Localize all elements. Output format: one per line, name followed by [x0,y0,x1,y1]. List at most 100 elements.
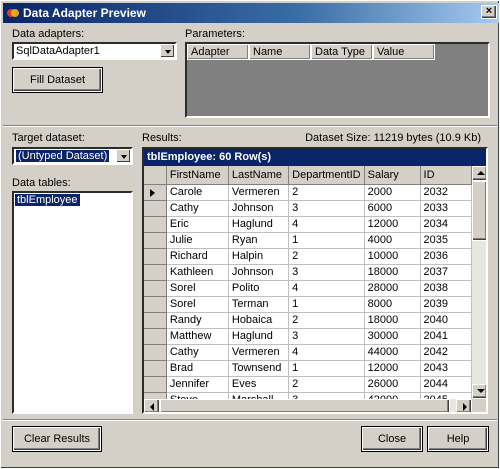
param-col-adapter[interactable]: Adapter [187,44,249,60]
cell-lastname[interactable]: Eves [228,376,290,393]
cell-salary[interactable]: 12000 [364,360,421,377]
row-header[interactable] [144,392,167,399]
fill-dataset-button[interactable]: Fill Dataset [12,67,103,93]
table-row[interactable]: Richard Halpin 2 10000 2036 [144,248,472,265]
cell-firstname[interactable]: Brad [166,360,229,377]
cell-id[interactable]: 2036 [420,248,472,265]
cell-id[interactable]: 2034 [420,216,472,233]
row-header[interactable] [144,232,167,249]
cell-lastname[interactable]: Townsend [228,360,290,377]
cell-salary[interactable]: 42000 [364,392,421,399]
column-header-id[interactable]: ID [420,166,472,185]
row-header[interactable] [144,248,167,265]
cell-firstname[interactable]: Kathleen [166,264,229,281]
cell-lastname[interactable]: Haglund [228,216,290,233]
table-row[interactable]: Randy Hobaica 2 18000 2040 [144,312,472,329]
cell-departmentid[interactable]: 4 [288,280,365,297]
cell-departmentid[interactable]: 3 [288,264,365,281]
param-col-data-type[interactable]: Data Type [311,44,373,60]
cell-salary[interactable]: 28000 [364,280,421,297]
cell-departmentid[interactable]: 3 [288,200,365,217]
cell-lastname[interactable]: Terman [228,296,290,313]
cell-salary[interactable]: 12000 [364,216,421,233]
cell-firstname[interactable]: Matthew [166,328,229,345]
cell-departmentid[interactable]: 3 [288,392,365,399]
results-grid[interactable]: tblEmployee: 60 Row(s) FirstName LastNam… [142,147,488,414]
parameters-grid[interactable]: Adapter Name Data Type Value [185,42,490,118]
cell-salary[interactable]: 10000 [364,248,421,265]
cell-departmentid[interactable]: 3 [288,328,365,345]
close-button[interactable]: Close [361,426,423,452]
param-col-value[interactable]: Value [373,44,435,60]
vertical-scrollbar[interactable] [472,166,486,399]
cell-lastname[interactable]: Polito [228,280,290,297]
cell-departmentid[interactable]: 2 [288,376,365,393]
table-row[interactable]: Sorel Terman 1 8000 2039 [144,296,472,313]
cell-id[interactable]: 2033 [420,200,472,217]
cell-lastname[interactable]: Johnson [228,200,290,217]
cell-departmentid[interactable]: 4 [288,216,365,233]
table-row[interactable]: Cathy Johnson 3 6000 2033 [144,200,472,217]
row-header-corner[interactable] [144,166,167,185]
cell-salary[interactable]: 4000 [364,232,421,249]
horizontal-scrollbar[interactable] [144,399,472,412]
vertical-scroll-thumb[interactable] [472,181,486,241]
cell-departmentid[interactable]: 2 [288,312,365,329]
cell-departmentid[interactable]: 2 [288,184,365,201]
cell-id[interactable]: 2032 [420,184,472,201]
row-header[interactable] [144,360,167,377]
cell-departmentid[interactable]: 1 [288,360,365,377]
cell-lastname[interactable]: Haglund [228,328,290,345]
cell-lastname[interactable]: Vermeren [228,184,290,201]
chevron-down-icon[interactable] [116,149,131,163]
cell-firstname[interactable]: Jennifer [166,376,229,393]
table-row[interactable]: Kathleen Johnson 3 18000 2037 [144,264,472,281]
data-adapters-dropdown[interactable]: SqlDataAdapter1 [12,42,177,60]
horizontal-scroll-thumb[interactable] [160,399,450,412]
cell-firstname[interactable]: Julie [166,232,229,249]
results-grid-body[interactable]: FirstName LastName DepartmentID Salary I… [144,166,472,399]
row-header[interactable] [144,280,167,297]
column-header-firstname[interactable]: FirstName [166,166,229,185]
table-row[interactable]: Sorel Polito 4 28000 2038 [144,280,472,297]
help-button[interactable]: Help [427,426,489,452]
target-dataset-dropdown[interactable]: (Untyped Dataset) [12,147,133,165]
row-header[interactable] [144,376,167,393]
cell-lastname[interactable]: Vermeren [228,344,290,361]
cell-salary[interactable]: 44000 [364,344,421,361]
row-header[interactable] [144,264,167,281]
table-row[interactable]: Brad Townsend 1 12000 2043 [144,360,472,377]
table-row[interactable]: Jennifer Eves 2 26000 2044 [144,376,472,393]
row-header[interactable] [144,344,167,361]
table-row[interactable]: Julie Ryan 1 4000 2035 [144,232,472,249]
table-row[interactable]: Matthew Haglund 3 30000 2041 [144,328,472,345]
title-bar[interactable]: Data Adapter Preview × [3,3,499,23]
column-header-salary[interactable]: Salary [364,166,421,185]
row-header[interactable] [144,296,167,313]
table-row[interactable]: Carole Vermeren 2 2000 2032 [144,184,472,201]
cell-id[interactable]: 2041 [420,328,472,345]
scroll-down-icon[interactable] [472,384,486,399]
cell-departmentid[interactable]: 1 [288,232,365,249]
cell-id[interactable]: 2044 [420,376,472,393]
cell-id[interactable]: 2043 [420,360,472,377]
data-table-item[interactable]: tblEmployee [15,194,80,206]
scroll-right-icon[interactable] [456,399,472,412]
cell-lastname[interactable]: Halpin [228,248,290,265]
row-header[interactable] [144,216,167,233]
row-header[interactable] [144,200,167,217]
cell-firstname[interactable]: Cathy [166,200,229,217]
table-row[interactable]: Eric Haglund 4 12000 2034 [144,216,472,233]
table-row[interactable]: Cathy Vermeren 4 44000 2042 [144,344,472,361]
cell-salary[interactable]: 18000 [364,264,421,281]
cell-firstname[interactable]: Sorel [166,280,229,297]
data-tables-list[interactable]: tblEmployee [12,191,133,414]
cell-salary[interactable]: 30000 [364,328,421,345]
cell-firstname[interactable]: Sorel [166,296,229,313]
cell-lastname[interactable]: Marshall [228,392,290,399]
clear-results-button[interactable]: Clear Results [12,426,102,452]
cell-salary[interactable]: 18000 [364,312,421,329]
column-header-departmentid[interactable]: DepartmentID [288,166,365,185]
cell-firstname[interactable]: Carole [166,184,229,201]
cell-id[interactable]: 2039 [420,296,472,313]
